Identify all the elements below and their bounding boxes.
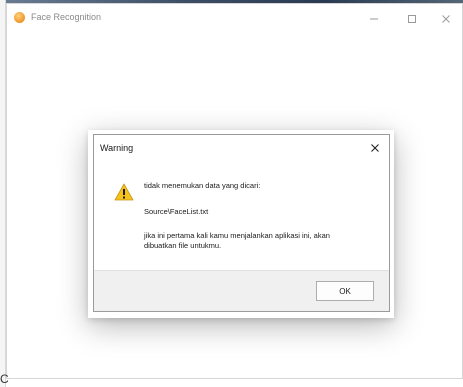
dialog-file-path: Source\FaceList.txt [144, 207, 209, 216]
window-close-button[interactable] [431, 8, 461, 30]
close-icon [442, 15, 450, 23]
dialog-message: tidak menemukan data yang dicari: [144, 181, 261, 190]
maximize-icon [408, 15, 416, 23]
dialog-close-button[interactable] [367, 140, 383, 156]
warning-icon [114, 183, 134, 201]
window-title: Face Recognition [31, 12, 102, 22]
dialog-title: Warning [100, 143, 134, 153]
close-icon [371, 144, 379, 152]
app-flame-icon [14, 12, 25, 23]
window-titlebar[interactable]: Face Recognition [7, 4, 462, 34]
dialog-info-text: jika ini pertama kali kamu menjalankan a… [144, 231, 330, 250]
minimize-button[interactable] [359, 8, 389, 30]
dialog-footer: OK [94, 270, 389, 311]
maximize-button[interactable] [397, 8, 427, 30]
corner-glyph: C [0, 372, 9, 386]
ok-button[interactable]: OK [316, 281, 374, 301]
minimize-icon [370, 18, 378, 20]
warning-dialog: Warning tidak menemukan data yang dicari… [93, 134, 390, 312]
